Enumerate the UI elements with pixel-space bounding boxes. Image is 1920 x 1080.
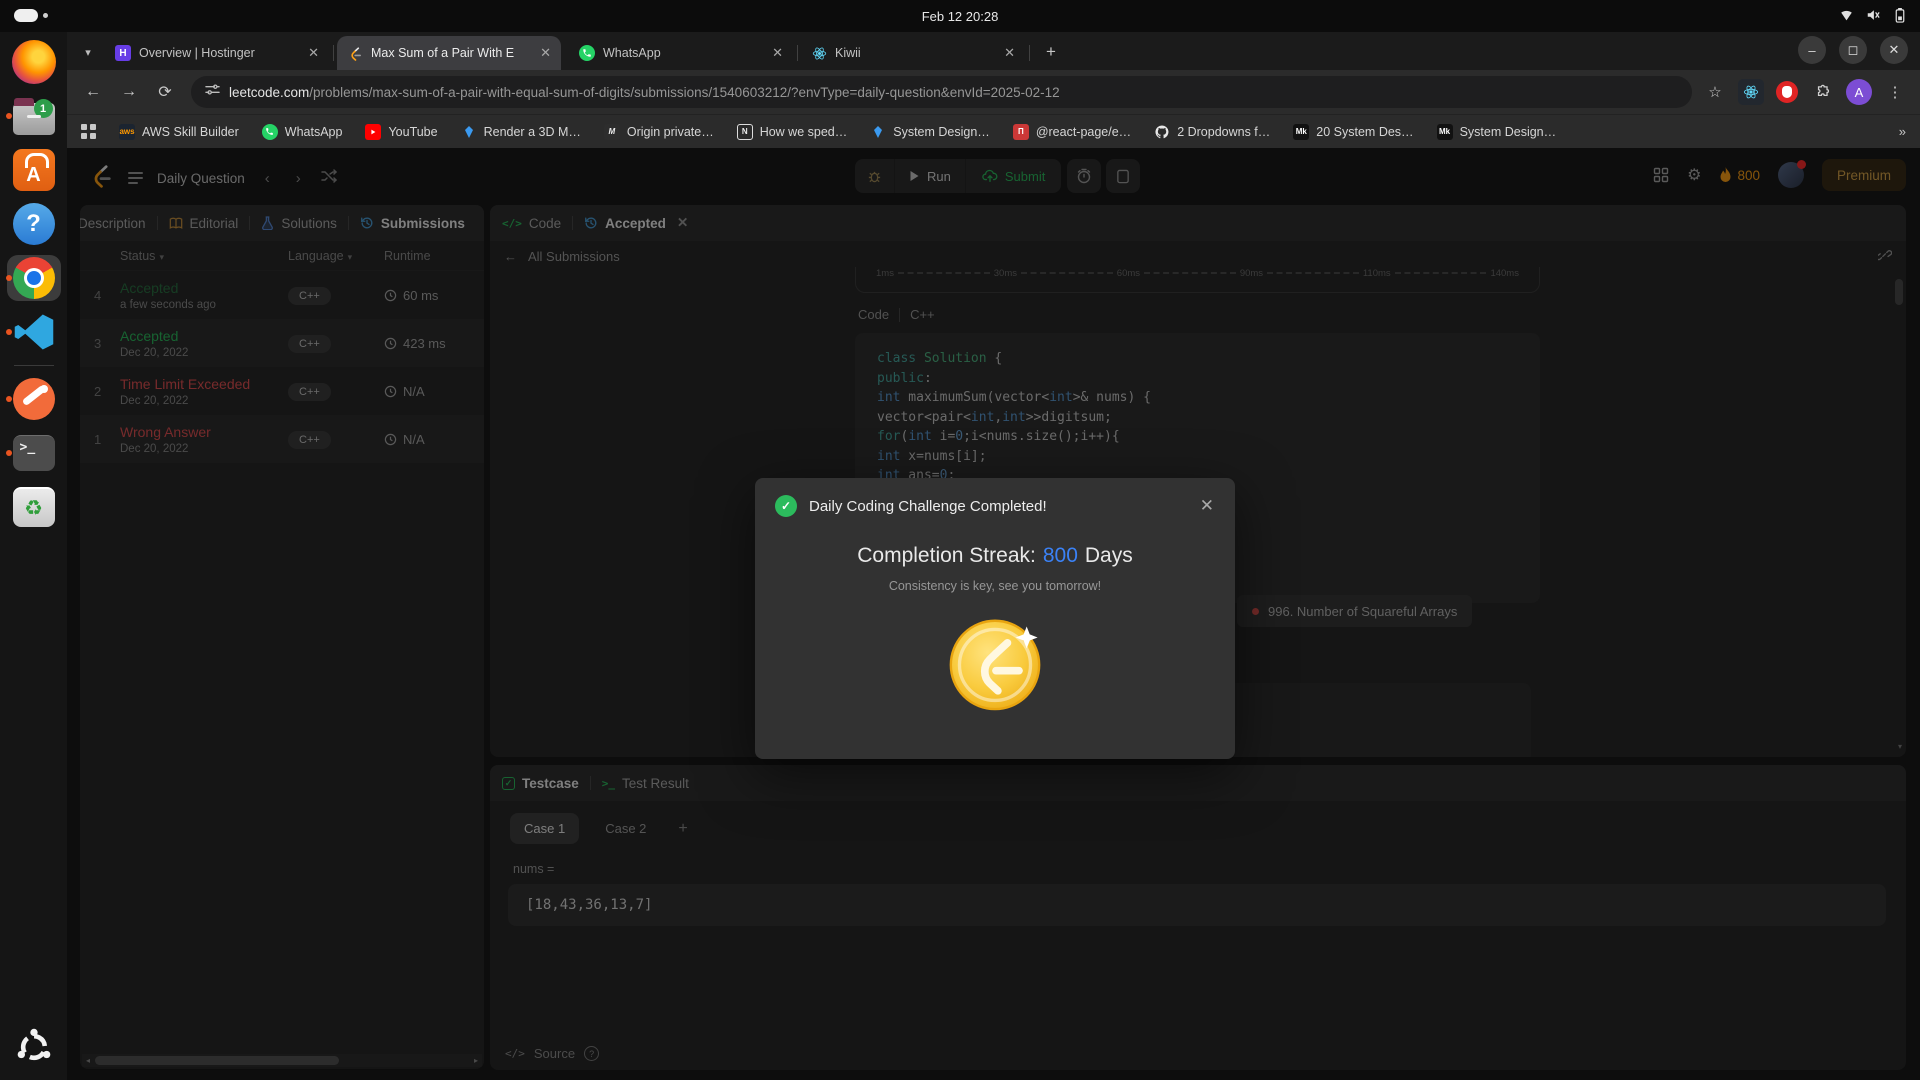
tab-whatsapp[interactable]: WhatsApp ✕ bbox=[569, 36, 793, 70]
adblock-icon[interactable] bbox=[1774, 79, 1800, 105]
dock-chrome-icon[interactable] bbox=[3, 255, 65, 301]
bookmark-20-system-des[interactable]: Mk20 System Des… bbox=[1293, 124, 1413, 140]
bookmark-render-3d[interactable]: Render a 3D M… bbox=[461, 124, 581, 140]
browser-window: ▾ H Overview | Hostinger ✕ Max Sum of a … bbox=[67, 32, 1920, 1080]
dock-trash-icon[interactable]: ♻ bbox=[3, 484, 65, 530]
files-badge: 1 bbox=[34, 99, 53, 118]
leetcode-page: Daily Question ‹ › Run Submit bbox=[67, 148, 1920, 1080]
tab-hostinger[interactable]: H Overview | Hostinger ✕ bbox=[105, 36, 329, 70]
tab-kiwii[interactable]: Kiwii ✕ bbox=[801, 36, 1025, 70]
react-devtools-icon[interactable] bbox=[1738, 79, 1764, 105]
modal-subtitle: Consistency is key, see you tomorrow! bbox=[755, 579, 1235, 593]
dock-postman-icon[interactable] bbox=[3, 376, 65, 422]
bookmark-origin-private[interactable]: MOrigin private… bbox=[604, 124, 714, 140]
blue-pin-icon bbox=[461, 124, 477, 140]
apps-grid-icon[interactable] bbox=[81, 124, 96, 139]
modal-close-icon[interactable]: ✕ bbox=[1197, 496, 1217, 516]
dock-firefox-icon[interactable] bbox=[3, 39, 65, 85]
maximize-button[interactable]: ◻ bbox=[1839, 36, 1867, 64]
reload-icon[interactable]: ⟳ bbox=[149, 76, 181, 108]
streak-value: 800 bbox=[1043, 544, 1078, 567]
success-check-icon: ✓ bbox=[775, 495, 797, 517]
dock-vscode-icon[interactable] bbox=[3, 309, 65, 355]
system-top-bar: Feb 12 20:28 bbox=[0, 0, 1920, 32]
profile-avatar[interactable]: A bbox=[1846, 79, 1872, 105]
app-dock: 1 A ? >_ ♻ bbox=[0, 32, 67, 1080]
close-button[interactable]: ✕ bbox=[1880, 36, 1908, 64]
tab-search-chevron-icon[interactable]: ▾ bbox=[75, 39, 101, 65]
extensions-puzzle-icon[interactable] bbox=[1810, 79, 1836, 105]
tab-strip: ▾ H Overview | Hostinger ✕ Max Sum of a … bbox=[67, 32, 1920, 70]
bookmark-system-design-2[interactable]: MkSystem Design… bbox=[1437, 124, 1557, 140]
youtube-icon bbox=[365, 124, 381, 140]
minimize-button[interactable]: – bbox=[1798, 36, 1826, 64]
forward-icon[interactable]: → bbox=[113, 76, 145, 108]
dock-ubuntu-icon[interactable] bbox=[3, 1024, 65, 1070]
new-tab-button[interactable]: + bbox=[1037, 38, 1065, 66]
site-settings-icon[interactable] bbox=[205, 82, 220, 102]
bookmark-how-we-sped[interactable]: NHow we sped… bbox=[737, 124, 848, 140]
medium-icon: M bbox=[604, 124, 620, 140]
whatsapp-favicon bbox=[579, 45, 595, 61]
volume-muted-icon bbox=[1865, 7, 1881, 23]
url-path: /problems/max-sum-of-a-pair-with-equal-s… bbox=[309, 85, 1059, 100]
github-icon bbox=[1154, 124, 1170, 140]
network-icon bbox=[1838, 7, 1854, 23]
whatsapp-icon bbox=[262, 124, 278, 140]
battery-icon bbox=[1892, 7, 1908, 23]
bookmark-system-design-1[interactable]: System Design… bbox=[870, 124, 990, 140]
bookmarks-overflow-icon[interactable]: » bbox=[1899, 124, 1906, 139]
tab-close-icon[interactable]: ✕ bbox=[306, 45, 321, 61]
modal-title: Daily Coding Challenge Completed! bbox=[809, 498, 1185, 515]
toolbar-extensions: ☆ A ⋮ bbox=[1702, 79, 1910, 105]
bookmark-star-icon[interactable]: ☆ bbox=[1702, 79, 1728, 105]
url-domain: leetcode.com bbox=[229, 85, 309, 100]
desktop-screen: Feb 12 20:28 1 A ? >_ ♻ bbox=[0, 0, 1920, 1080]
system-clock[interactable]: Feb 12 20:28 bbox=[0, 0, 1920, 32]
leetcoin-icon bbox=[947, 615, 1043, 711]
system-tray[interactable] bbox=[1838, 7, 1908, 23]
bookmarks-bar: awsAWS Skill Builder WhatsApp YouTube Re… bbox=[67, 114, 1920, 148]
bookmark-react-page[interactable]: П@react-page/e… bbox=[1013, 124, 1131, 140]
daily-challenge-modal: ✓ Daily Coding Challenge Completed! ✕ Co… bbox=[755, 478, 1235, 759]
leetcode-favicon bbox=[347, 45, 363, 61]
completion-streak-line: Completion Streak:800Days bbox=[755, 544, 1235, 568]
browser-menu-kebab-icon[interactable]: ⋮ bbox=[1882, 79, 1908, 105]
tab-close-icon[interactable]: ✕ bbox=[538, 45, 553, 61]
dock-terminal-icon[interactable]: >_ bbox=[3, 430, 65, 476]
bookmark-dropdowns[interactable]: 2 Dropdowns f… bbox=[1154, 124, 1270, 140]
medium-dark-icon: Mk bbox=[1293, 124, 1309, 140]
medium-dark-icon: Mk bbox=[1437, 124, 1453, 140]
dock-files-icon[interactable]: 1 bbox=[3, 93, 65, 139]
bookmark-aws[interactable]: awsAWS Skill Builder bbox=[119, 124, 239, 140]
hostinger-favicon: H bbox=[115, 45, 131, 61]
react-favicon bbox=[811, 45, 827, 61]
tab-leetcode-active[interactable]: Max Sum of a Pair With E ✕ bbox=[337, 36, 561, 70]
address-bar[interactable]: leetcode.com/problems/max-sum-of-a-pair-… bbox=[191, 76, 1692, 108]
dock-app-center-icon[interactable]: A bbox=[3, 147, 65, 193]
tab-close-icon[interactable]: ✕ bbox=[1002, 45, 1017, 61]
blue-pin-icon bbox=[870, 124, 886, 140]
notion-icon: N bbox=[737, 124, 753, 140]
aws-icon: aws bbox=[119, 124, 135, 140]
dock-help-icon[interactable]: ? bbox=[3, 201, 65, 247]
browser-toolbar: ← → ⟳ leetcode.com/problems/max-sum-of-a… bbox=[67, 70, 1920, 114]
npm-icon: П bbox=[1013, 124, 1029, 140]
bookmark-whatsapp[interactable]: WhatsApp bbox=[262, 124, 343, 140]
window-controls: – ◻ ✕ bbox=[1798, 36, 1908, 64]
dock-divider bbox=[14, 365, 54, 366]
back-icon[interactable]: ← bbox=[77, 76, 109, 108]
bookmark-youtube[interactable]: YouTube bbox=[365, 124, 437, 140]
tab-close-icon[interactable]: ✕ bbox=[770, 45, 785, 61]
